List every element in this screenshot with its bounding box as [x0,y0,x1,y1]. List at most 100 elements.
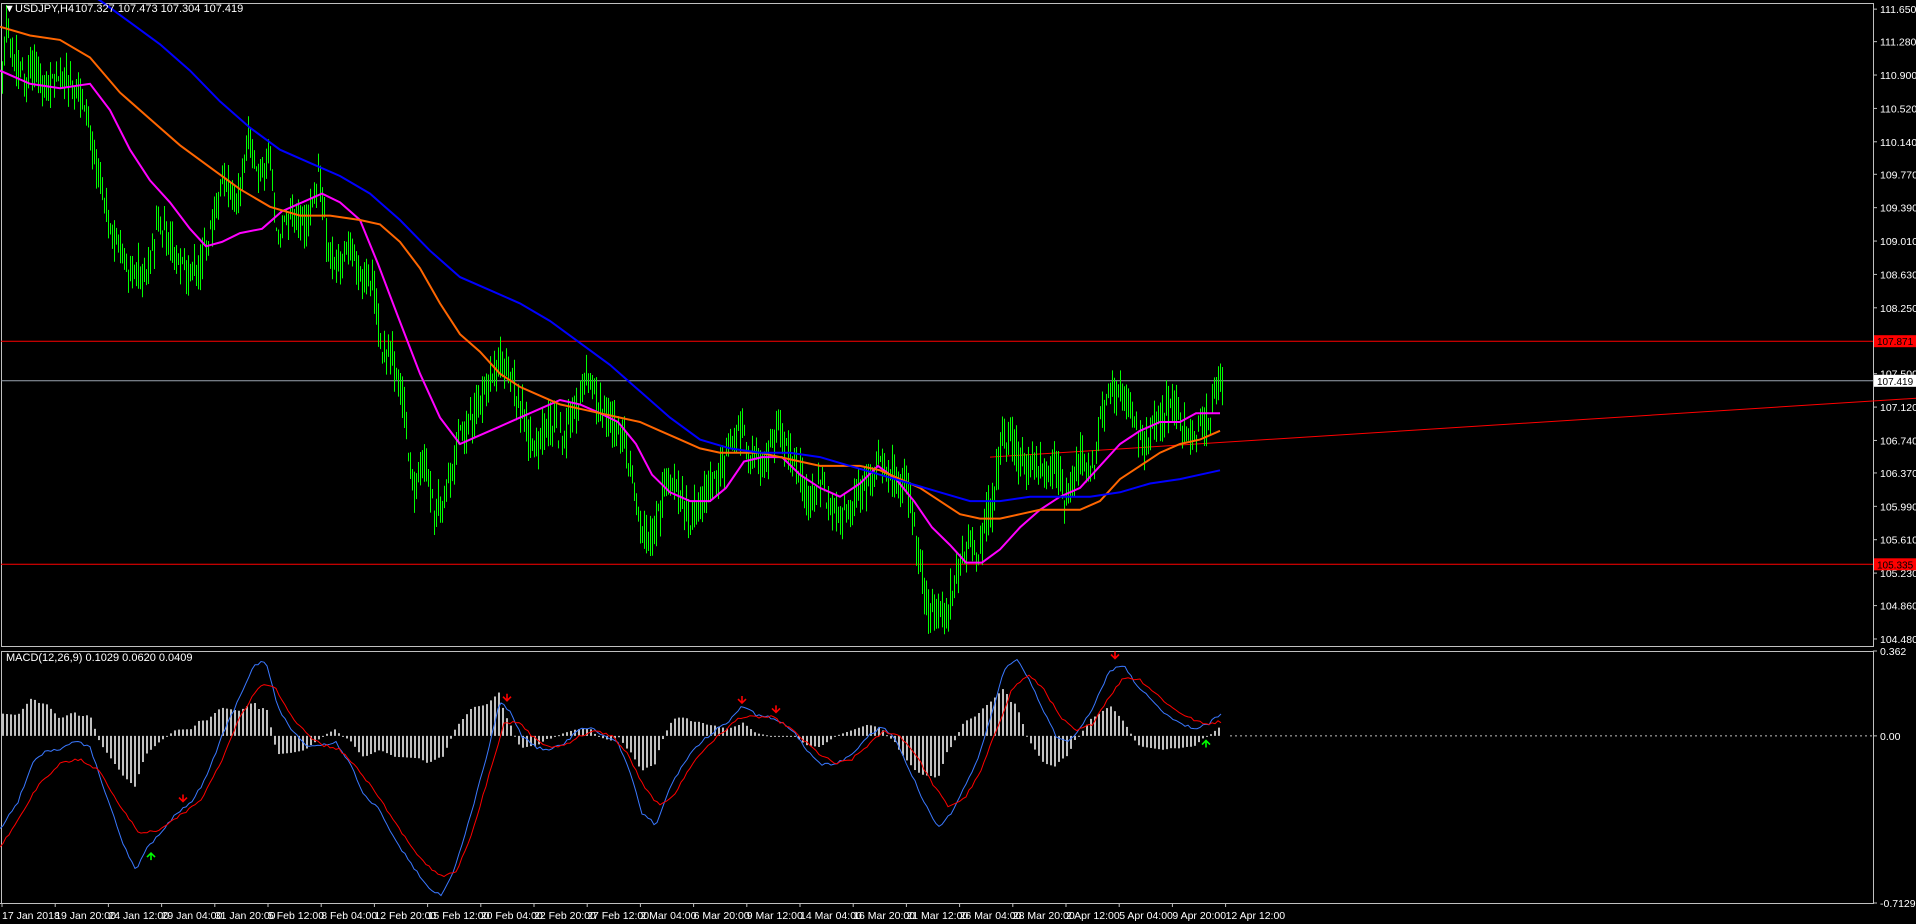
macd-hist-bar [906,735,908,761]
macd-hist-bar [326,733,328,736]
macd-hist-bar [130,735,132,784]
macd-hist-bar [622,735,624,743]
macd-hist-bar [690,721,692,736]
macd-hist-bar [458,723,460,736]
macd-hist-bar [198,720,200,736]
macd-hist-bar [734,726,736,736]
price-tick-label: 108.630 [1880,269,1916,281]
macd-hist-bar [970,718,972,736]
price-tick-label: 108.250 [1880,303,1916,315]
macd-hist-bar [666,730,668,736]
macd-hist-bar [246,706,248,736]
macd-hist-bar [1162,735,1164,750]
macd-hist-bar [266,709,268,736]
macd-hist-bar [642,735,644,771]
macd-hist-bar [530,735,532,747]
price-tick-label: 109.390 [1880,203,1916,215]
macd-hist-bar [1134,735,1136,741]
macd-hist-bar [26,703,28,736]
time-tick-label: 31 Jan 20:00 [215,910,276,922]
macd-hist-bar [542,735,544,742]
macd-hist-bar [1026,735,1028,737]
macd-hist-bar [1078,735,1080,737]
macd-hist-bar [926,735,928,776]
macd-hist-bar [618,735,620,738]
macd-hist-bar [1082,730,1084,736]
macd-hist-bar [54,713,56,736]
macd-hist-bar [330,731,332,736]
macd-hist-bar [918,735,920,773]
macd-hist-bar [178,729,180,736]
macd-hist-bar [654,735,656,765]
macd-hist-bar [174,730,176,736]
macd-tick-label: 0.00 [1880,731,1901,743]
macd-hist-bar [566,732,568,736]
macd-hist-bar [826,735,828,743]
macd-hist-bar [570,730,572,736]
macd-hist-bar [98,735,100,741]
time-tick-label: 19 Jan 20:00 [55,910,116,922]
macd-hist-bar [874,726,876,736]
macd-hist-bar [946,735,948,753]
macd-hist-bar [762,734,764,736]
macd-hist-bar [1210,734,1212,736]
macd-hist-bar [858,727,860,736]
macd-hist-bar [890,735,892,739]
chart-menu-icon[interactable]: ▼ [4,3,15,15]
macd-hist-bar [782,735,784,737]
macd-hist-bar [358,735,360,753]
macd-hist-bar [950,735,952,748]
macd-tick-label: -0.7129 [1880,898,1916,910]
macd-hist-bar [446,735,448,748]
macd-hist-bar [34,699,36,736]
macd-hist-bar [1218,727,1220,736]
macd-hist-bar [1034,735,1036,750]
macd-hist-bar [106,735,108,753]
macd-hist-bar [1166,735,1168,750]
macd-hist-bar [410,735,412,758]
macd-hist-bar [362,735,364,757]
macd-hist-bar [218,709,220,736]
macd-hist-bar [1146,735,1148,748]
macd-hist-bar [22,708,24,736]
macd-hist-bar [470,708,472,736]
macd-hist-bar [454,729,456,736]
chart-window: 111.650 111.280 110.900 110.520 110.140 109.7… [0,0,1916,924]
macd-hist-bar [822,735,824,746]
macd-hist-bar [254,703,256,736]
macd-hist-bar [662,735,664,740]
macd-hist-bar [1158,735,1160,750]
macd-hist-bar [846,731,848,736]
macd-hist-bar [134,735,136,787]
macd-hist-bar [1054,735,1056,767]
macd-hist-bar [1206,735,1208,737]
macd-hist-bar [186,729,188,736]
macd-label: MACD(12,26,9) 0.1029 0.0620 0.0409 [6,652,193,664]
macd-hist-bar [1190,735,1192,747]
macd-hist-bar [1098,713,1100,736]
macd-hist-bar [850,730,852,736]
background [0,0,1916,924]
price-tick-label: 106.740 [1880,435,1916,447]
macd-hist-bar [1150,735,1152,748]
time-tick-label: 24 Jan 12:00 [108,910,169,922]
ohlc-label: 107.327 107.473 107.304 107.419 [75,3,244,15]
macd-hist-bar [686,718,688,736]
macd-hist-bar [930,735,932,776]
macd-hist-bar [974,716,976,736]
macd-hist-bar [278,735,280,755]
macd-hist-bar [502,707,504,736]
time-tick-label: 2 Apr 12:00 [1066,910,1120,922]
macd-hist-bar [954,735,956,741]
macd-hist-bar [1214,730,1216,736]
price-tick-label: 104.860 [1880,601,1916,613]
macd-hist-bar [206,720,208,736]
macd-hist-bar [698,721,700,736]
macd-hist-bar [942,735,944,764]
macd-hist-bar [94,728,96,736]
macd-hist-bar [426,735,428,763]
macd-hist-bar [602,735,604,739]
macd-hist-bar [658,735,660,751]
macd-hist-bar [886,735,888,737]
macd-hist-bar [494,696,496,736]
